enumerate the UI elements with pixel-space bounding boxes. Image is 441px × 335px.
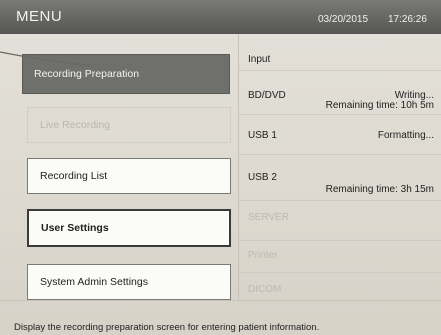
recording-preparation-label: Recording Preparation [34, 68, 140, 80]
bd-dvd-remaining-time: Remaining time: 10h 5m [325, 100, 434, 111]
server-label: SERVER [248, 212, 289, 223]
system-admin-settings-label: System Admin Settings [40, 276, 148, 288]
time-display: 17:26:26 [388, 14, 427, 25]
bd-dvd-label: BD/DVD [248, 90, 286, 101]
usb2-remaining-time: Remaining time: 3h 15m [325, 184, 434, 195]
bd-dvd-row: BD/DVD Writing... Remaining time: 10h 5m [239, 70, 441, 115]
help-message: Display the recording preparation screen… [14, 322, 320, 333]
input-label: Input [248, 54, 271, 65]
usb1-row: USB 1 Formatting... [239, 114, 441, 155]
user-settings-button[interactable]: User Settings [27, 209, 231, 247]
usb2-label: USB 2 [248, 172, 277, 183]
system-admin-settings-button[interactable]: System Admin Settings [27, 264, 231, 300]
printer-row: Printer [239, 240, 441, 273]
usb2-row: USB 2 Remaining time: 3h 15m [239, 154, 441, 201]
input-row: Input [239, 34, 441, 71]
date-display: 03/20/2015 [318, 14, 369, 25]
help-message-bar: Display the recording preparation screen… [0, 300, 441, 335]
dicom-row: DICOM [239, 272, 441, 300]
usb1-status: Formatting... [377, 130, 434, 141]
live-recording-button: Live Recording [27, 107, 231, 143]
usb1-label: USB 1 [248, 130, 277, 141]
recording-list-button[interactable]: Recording List [27, 158, 231, 194]
menu-panel: Recording Preparation Live Recording Rec… [0, 34, 244, 300]
printer-label: Printer [248, 250, 278, 261]
title-bar: MENU 03/20/2015 17:26:26 [0, 0, 441, 34]
screen-title: MENU [16, 8, 63, 25]
server-row: SERVER [239, 200, 441, 241]
recording-list-label: Recording List [40, 170, 108, 182]
status-panel: Input BD/DVD Writing... Remaining time: … [238, 34, 441, 300]
recording-preparation-button[interactable]: Recording Preparation [22, 54, 230, 94]
user-settings-label: User Settings [41, 222, 109, 234]
dicom-label: DICOM [248, 284, 282, 295]
menu-screen: MENU 03/20/2015 17:26:26 Recording Prepa… [0, 0, 441, 335]
live-recording-label: Live Recording [40, 119, 111, 131]
